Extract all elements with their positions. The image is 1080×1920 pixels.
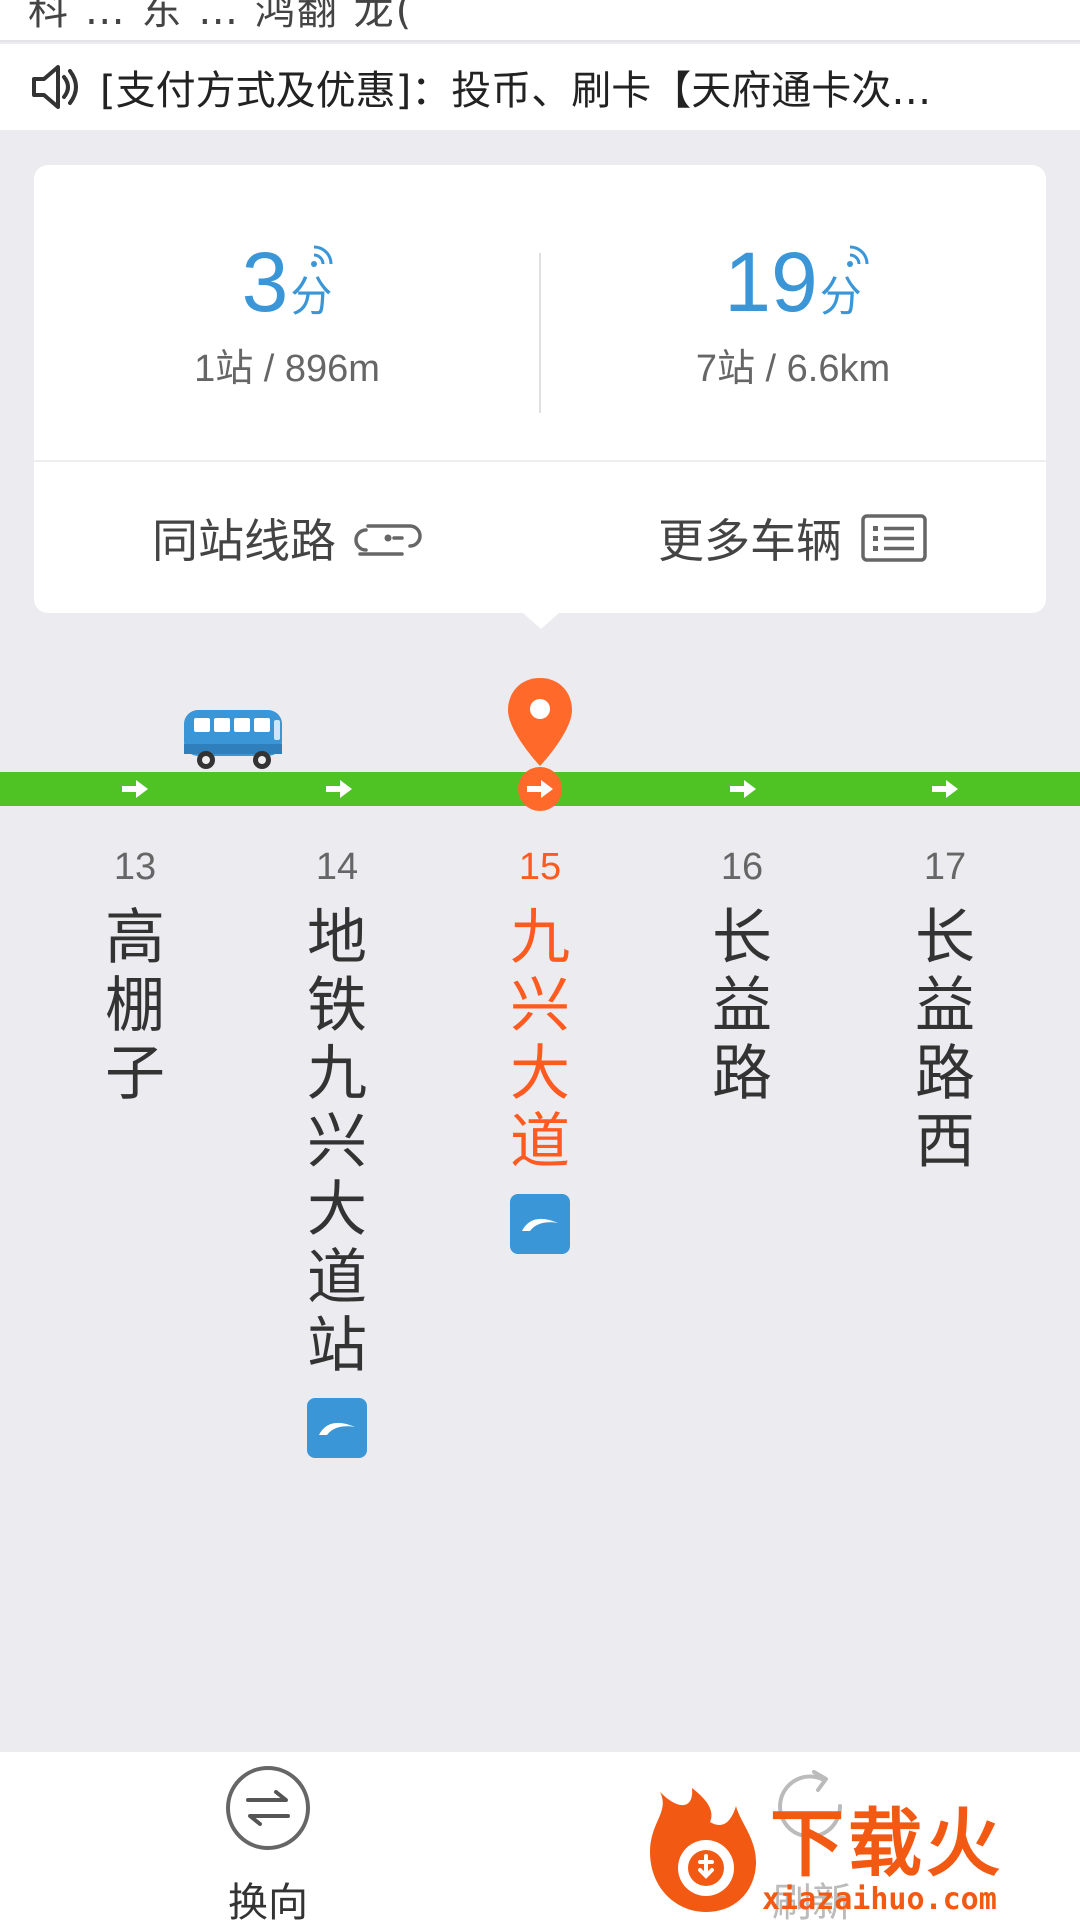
current-stop-marker <box>518 767 562 811</box>
direction-arrow-icon <box>527 780 553 798</box>
more-vehicles-button[interactable]: 更多车辆 <box>540 462 1046 613</box>
watermark-url: xiazaihuo.com <box>762 1882 997 1917</box>
eta-next: 3分 1站 / 896m <box>34 165 540 460</box>
direction-arrow-icon <box>122 780 148 798</box>
stop-item[interactable]: 17 长益路西 <box>895 848 995 1176</box>
route-icon <box>354 523 422 556</box>
stop-name: 九兴大道 <box>510 903 570 1177</box>
notice-text: [支付方式及优惠]：投币、刷卡【天府通卡次… <box>100 68 932 114</box>
more-vehicles-label: 更多车辆 <box>658 513 842 568</box>
same-station-label: 同站线路 <box>152 513 336 568</box>
same-station-lines-button[interactable]: 同站线路 <box>34 462 540 613</box>
stop-item[interactable]: 16 长益路 <box>692 848 792 1108</box>
stop-item[interactable]: 13 高棚子 <box>85 848 185 1108</box>
stop-index: 14 <box>315 846 359 888</box>
stop-item-current[interactable]: 15 九兴大道 <box>490 848 590 1254</box>
swap-direction-button[interactable] <box>226 1766 310 1850</box>
eta-detail: 1站 / 896m <box>194 348 380 390</box>
swap-label[interactable]: 换向 <box>228 1870 308 1920</box>
eta-unit: 分 <box>290 272 333 321</box>
top-title-strip: 科 … 东 … 鸿翻 龙( <box>0 0 1080 42</box>
metro-transfer-icon <box>307 1398 367 1458</box>
watermark: 下载火 xiazaihuo.com <box>640 1782 1080 1920</box>
stop-index: 17 <box>923 846 967 888</box>
eta-minutes: 19 <box>724 235 818 329</box>
arrival-card: 3分 1站 / 896m 19分 7站 / 6.6km 同站线路 更多车辆 <box>34 165 1046 613</box>
realtime-signal-icon <box>847 245 869 267</box>
stop-item[interactable]: 14 地铁九兴大道站 <box>287 848 387 1458</box>
eta-following: 19分 7站 / 6.6km <box>540 165 1046 460</box>
speaker-icon <box>30 59 90 115</box>
location-pin-icon <box>508 678 572 766</box>
realtime-signal-icon <box>311 245 333 267</box>
eta-unit: 分 <box>819 272 862 321</box>
watermark-text: 下载火 <box>770 1801 1004 1887</box>
stop-index: 16 <box>720 846 764 888</box>
metro-transfer-icon <box>510 1194 570 1254</box>
eta-minutes: 3 <box>241 235 289 329</box>
direction-arrow-icon <box>932 780 958 798</box>
notice-bar[interactable]: [支付方式及优惠]：投币、刷卡【天府通卡次… <box>0 44 1080 130</box>
top-partial-text: 科 … 东 … 鸿翻 龙( <box>28 0 414 34</box>
stop-name: 长益路西 <box>915 903 975 1177</box>
bottom-toolbar: 换向 刷新 下载火 xiazaihuo.com <box>0 1752 1080 1920</box>
stop-name: 地铁九兴大道站 <box>307 903 367 1381</box>
direction-arrow-icon <box>730 780 756 798</box>
direction-arrow-icon <box>326 780 352 798</box>
stop-index: 13 <box>113 846 157 888</box>
stop-index: 15 <box>518 846 562 888</box>
flame-logo-icon <box>650 1788 756 1912</box>
stop-name: 高棚子 <box>105 903 165 1109</box>
swap-icon <box>246 1790 290 1826</box>
eta-detail: 7站 / 6.6km <box>695 348 891 390</box>
bus-icon <box>184 710 282 769</box>
stop-name: 长益路 <box>712 903 772 1109</box>
divider <box>539 253 541 413</box>
card-actions: 同站线路 更多车辆 <box>34 462 1046 613</box>
list-icon <box>861 513 927 562</box>
